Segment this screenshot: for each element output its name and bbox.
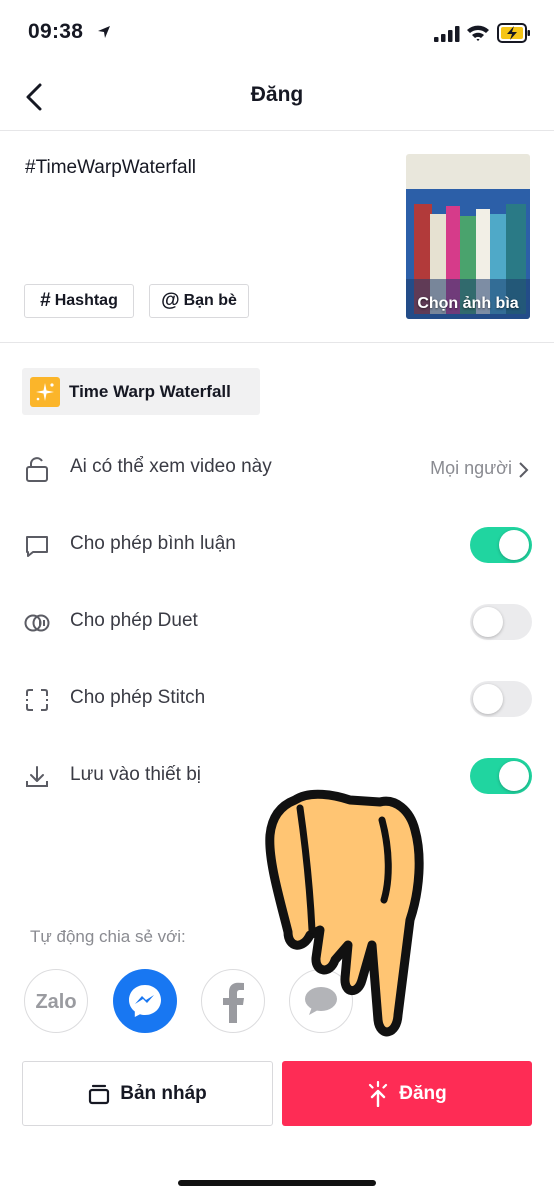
comments-row: Cho phép bình luận [0,515,554,575]
duet-toggle[interactable] [470,604,532,640]
share-facebook-button[interactable] [201,969,265,1033]
header-divider [0,130,554,131]
toggle-knob [499,761,529,791]
post-label: Đăng [399,1082,447,1104]
post-button[interactable]: Đăng [282,1061,532,1126]
battery-charging-icon [497,23,530,43]
page-title: Đăng [250,83,304,106]
hash-icon: # [40,290,51,311]
facebook-icon [223,982,244,1023]
cellular-signal-icon [434,26,460,42]
effect-label: Time Warp Waterfall [69,381,231,401]
cover-label: Chọn ảnh bìa [417,295,519,312]
messages-icon [305,987,337,1015]
mention-friends-button[interactable]: @ Bạn bè [149,284,249,318]
messenger-icon [129,985,161,1017]
drafts-icon [89,1084,110,1104]
save-label: Lưu vào thiết bị [70,764,202,785]
drafts-button[interactable]: Bản nháp [22,1061,273,1126]
comments-toggle[interactable] [470,527,532,563]
zalo-icon: Zalo [35,991,76,1013]
save-row: Lưu vào thiết bị [0,746,554,806]
toggle-knob [499,530,529,560]
toggle-knob [473,607,503,637]
share-zalo-button[interactable]: Zalo [24,969,88,1033]
mention-label: Bạn bè [183,292,237,309]
privacy-value: Mọi người [430,458,512,478]
hashtag-button[interactable]: # Hashtag [24,284,134,318]
drafts-label: Bản nháp [120,1082,207,1104]
stitch-row: Cho phép Stitch [0,669,554,729]
at-icon: @ [161,290,180,311]
chevron-right-icon [519,462,529,478]
caption-divider [0,342,554,343]
cover-thumbnail[interactable]: Chọn ảnh bìa [406,154,530,319]
toggle-knob [473,684,503,714]
caption-input[interactable]: #TimeWarpWaterfall [25,157,196,179]
duet-label: Cho phép Duet [70,610,198,631]
stitch-label: Cho phép Stitch [70,687,206,708]
stitch-icon [26,689,48,711]
share-messages-button[interactable] [289,969,353,1033]
svg-text:Zalo: Zalo [35,991,76,1013]
post-sparkle-icon [369,1080,388,1107]
status-time: 09:38 [28,20,84,43]
privacy-row[interactable]: Ai có thể xem video này Mọi người [0,438,554,498]
effect-chip[interactable]: Time Warp Waterfall [22,368,260,415]
duet-icon [24,614,50,632]
comment-icon [26,536,48,557]
hashtag-label: Hashtag [54,292,118,309]
share-messenger-button[interactable] [113,969,177,1033]
auto-share-label: Tự động chia sẻ với: [30,927,186,946]
save-toggle[interactable] [470,758,532,794]
stitch-toggle[interactable] [470,681,532,717]
duet-row: Cho phép Duet [0,592,554,652]
location-arrow-icon [98,26,110,38]
wifi-icon [467,25,489,41]
home-indicator [178,1180,376,1186]
comments-label: Cho phép bình luận [70,533,236,554]
effect-sparkle-icon [30,376,60,407]
download-icon [26,766,48,787]
lock-open-icon [26,457,48,482]
privacy-label: Ai có thể xem video này [70,456,272,477]
